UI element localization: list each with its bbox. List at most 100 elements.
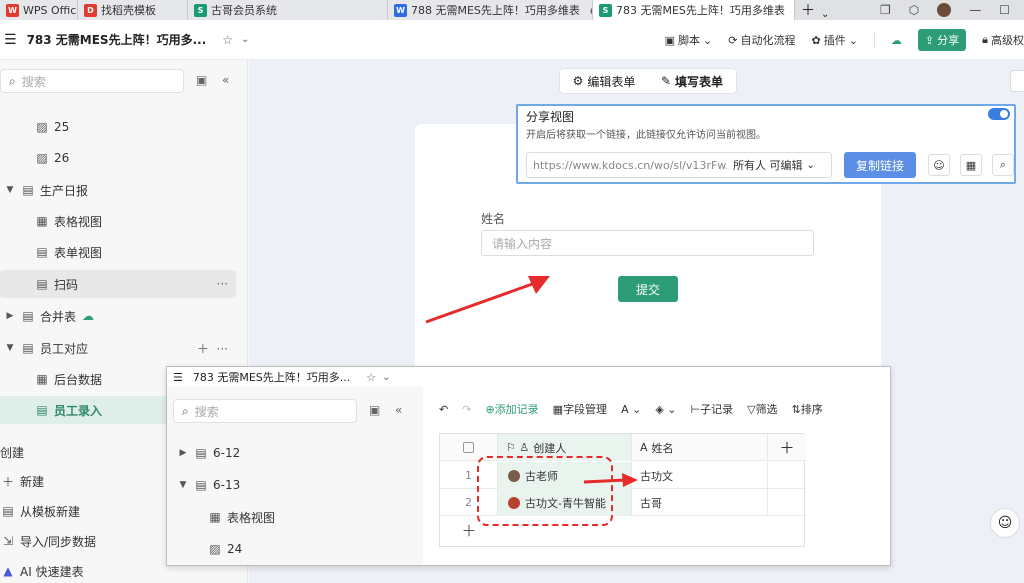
cell-name[interactable]: 古功文	[632, 462, 768, 489]
grid-icon: ▦	[36, 372, 48, 386]
sidebar-item-scan[interactable]: ▤ 扫码 ···	[0, 270, 236, 298]
search-icon: ⌕	[182, 403, 189, 418]
inset-search-input[interactable]: ⌕ 搜索	[173, 399, 357, 423]
sidebar-item-production-daily[interactable]: ▼ ▤ 生产日报	[0, 176, 236, 204]
sidebar-item-employee-entry[interactable]: ▤ 员工录入	[0, 396, 170, 424]
template-icon: ▤	[2, 504, 14, 518]
chevron-down-icon[interactable]: ⌄	[241, 34, 249, 45]
grid-icon: ▦	[209, 510, 221, 524]
sidebar-item-25[interactable]: ▨ 25	[0, 113, 236, 141]
star-icon[interactable]: ☆	[222, 33, 233, 47]
plus-circle-icon: ⊕	[485, 403, 495, 416]
document-toolbar: ☰ 783 无需MES先上阵！巧用多... ☆ ⌄ ▣ 脚本 ⌄ ⟳ 自动化流程 ✿ 插…	[0, 20, 1024, 60]
inset-item-6-13[interactable]: ▼ ▤ 6-13	[167, 471, 403, 499]
more-icon[interactable]: ···	[217, 277, 228, 291]
star-icon[interactable]: ☆	[366, 371, 376, 384]
filter-button[interactable]: ▽筛选	[747, 401, 777, 417]
caret-down-icon: ▼	[179, 480, 187, 490]
sync-icon: ☁	[82, 309, 95, 323]
column-header-name[interactable]: A 姓名	[632, 434, 768, 461]
chevron-down-icon: ⌄	[703, 33, 713, 47]
sidebar-item-merged-table[interactable]: ▶ ▤ 合并表 ☁	[0, 302, 236, 330]
tab-docer-templates[interactable]: D 找稻壳模板	[78, 0, 188, 20]
chevron-down-icon[interactable]: ⌄	[821, 9, 829, 20]
caret-down-icon: ▼	[6, 185, 14, 195]
share-popup-desc: 开启后将获取一个链接，此链接仅允许访问当前视图。	[526, 130, 766, 141]
window-restore-icon[interactable]: ❐	[880, 3, 891, 17]
field-manage-button[interactable]: ▦字段管理	[553, 401, 607, 417]
tab-doc-783[interactable]: S 783 无需MES先上阵！巧用多维表 ✕	[593, 0, 795, 20]
import-icon: ⇲	[2, 534, 14, 548]
permission-select[interactable]: 所有人 可编辑	[727, 157, 803, 173]
advanced-permission-button[interactable]: 🔒︎ 高级权	[982, 32, 1024, 48]
panel-icon[interactable]: ▣	[196, 73, 207, 87]
wechat-icon[interactable]: ☺	[928, 154, 950, 176]
add-column-icon[interactable]: ＋	[768, 434, 806, 461]
sub-record-button[interactable]: ⊢子记录	[691, 401, 734, 417]
add-record-button[interactable]: ⊕添加记录	[485, 401, 538, 417]
tab-fill-form[interactable]: ✎ 填写表单	[648, 70, 736, 92]
menu-icon[interactable]: ☰	[4, 32, 17, 48]
search-doc-icon[interactable]: ⌕	[992, 154, 1014, 176]
sidebar-item-employee-mapping[interactable]: ▼ ▤ 员工对应 ＋ ···	[0, 334, 236, 362]
tab-doc-788[interactable]: W 788 无需MES先上阵！巧用多维表 ●	[388, 0, 593, 20]
share-link-box[interactable]: https://www.kdocs.cn/wo/sl/v13rFw... 所有人…	[526, 152, 832, 178]
cloud-sync-icon[interactable]: ☁	[891, 34, 902, 47]
text-color-button[interactable]: A ⌄	[621, 403, 641, 416]
script-button[interactable]: ▣ 脚本 ⌄	[665, 32, 713, 48]
word-icon: W	[394, 3, 407, 17]
submit-button[interactable]: 提交	[618, 276, 678, 302]
tab-label: 788 无需MES先上阵！巧用多维表	[411, 4, 580, 17]
advanced-label: 高级权	[991, 34, 1024, 47]
automation-button[interactable]: ⟳ 自动化流程	[728, 32, 795, 48]
collapse-icon[interactable]: «	[395, 403, 402, 417]
tab-wps-office[interactable]: W WPS Offic	[0, 0, 78, 20]
tab-edit-form[interactable]: ⚙ 编辑表单	[560, 70, 648, 92]
menu-icon[interactable]: ☰	[173, 371, 183, 384]
share-toggle[interactable]	[988, 108, 1010, 120]
sidebar-search-input[interactable]: ⌕ 搜索	[0, 69, 184, 93]
box-icon[interactable]: ⬡	[909, 3, 919, 17]
caret-down-icon: ▼	[6, 343, 14, 353]
cell-name[interactable]: 古哥	[632, 489, 768, 516]
undo-icon[interactable]: ↶	[439, 403, 448, 416]
name-input[interactable]: 请输入内容	[481, 230, 814, 256]
inset-item-24[interactable]: ▨ 24	[167, 535, 403, 563]
sheet-icon: S	[194, 3, 207, 17]
panel-icon[interactable]: ▣	[369, 403, 380, 417]
ai-icon: ▲	[3, 564, 13, 578]
redo-icon[interactable]: ↷	[462, 403, 471, 416]
inset-item-grid-view[interactable]: ▦ 表格视图	[167, 503, 403, 531]
qrcode-icon[interactable]: ▦	[960, 154, 982, 176]
new-tab-icon[interactable]: ＋	[795, 0, 821, 20]
minimize-icon[interactable]: —	[969, 3, 981, 17]
assistant-bot-icon[interactable]: ☺	[990, 508, 1020, 538]
maximize-icon[interactable]: ☐	[999, 3, 1010, 17]
wps-icon: W	[6, 3, 19, 17]
sidebar-item-grid-view[interactable]: ▦ 表格视图	[0, 207, 236, 235]
add-record-label: 添加记录	[494, 403, 539, 416]
sort-button[interactable]: ⇅排序	[792, 401, 823, 417]
sheet-icon: ▤	[22, 309, 34, 323]
docer-icon: D	[84, 3, 97, 17]
automation-icon: ⟳	[728, 33, 738, 47]
inset-item-6-12[interactable]: ▶ ▤ 6-12	[167, 439, 403, 467]
chevron-down-icon[interactable]: ⌄	[382, 372, 390, 383]
plugin-button[interactable]: ✿ 插件 ⌄	[811, 32, 857, 48]
side-panel-toggle[interactable]	[1010, 70, 1024, 92]
form-icon: ▤	[36, 245, 48, 259]
sidebar-item-form-view[interactable]: ▤ 表单视图	[0, 238, 236, 266]
collapse-icon[interactable]: «	[222, 73, 229, 87]
fill-color-button[interactable]: ◈ ⌄	[655, 403, 676, 416]
browser-tab-bar: W WPS Offic D 找稻壳模板 S 古哥会员系统 W 788 无需MES…	[0, 0, 1024, 20]
share-button[interactable]: ⇪ 分享	[917, 29, 967, 51]
user-avatar[interactable]	[937, 3, 952, 17]
field-manage-label: 字段管理	[563, 403, 608, 416]
item-label: 合并表	[40, 309, 77, 324]
caret-right-icon: ▶	[6, 311, 14, 321]
toolbar-right: ▣ 脚本 ⌄ ⟳ 自动化流程 ✿ 插件 ⌄ ☁ ⇪ 分享 🔒︎ 高级权	[665, 20, 1024, 60]
copy-link-button[interactable]: 复制链接	[844, 152, 916, 178]
more-icon[interactable]: ＋ ···	[197, 340, 228, 357]
tab-member-system[interactable]: S 古哥会员系统	[188, 0, 388, 20]
sidebar-item-26[interactable]: ▨ 26	[0, 144, 236, 172]
